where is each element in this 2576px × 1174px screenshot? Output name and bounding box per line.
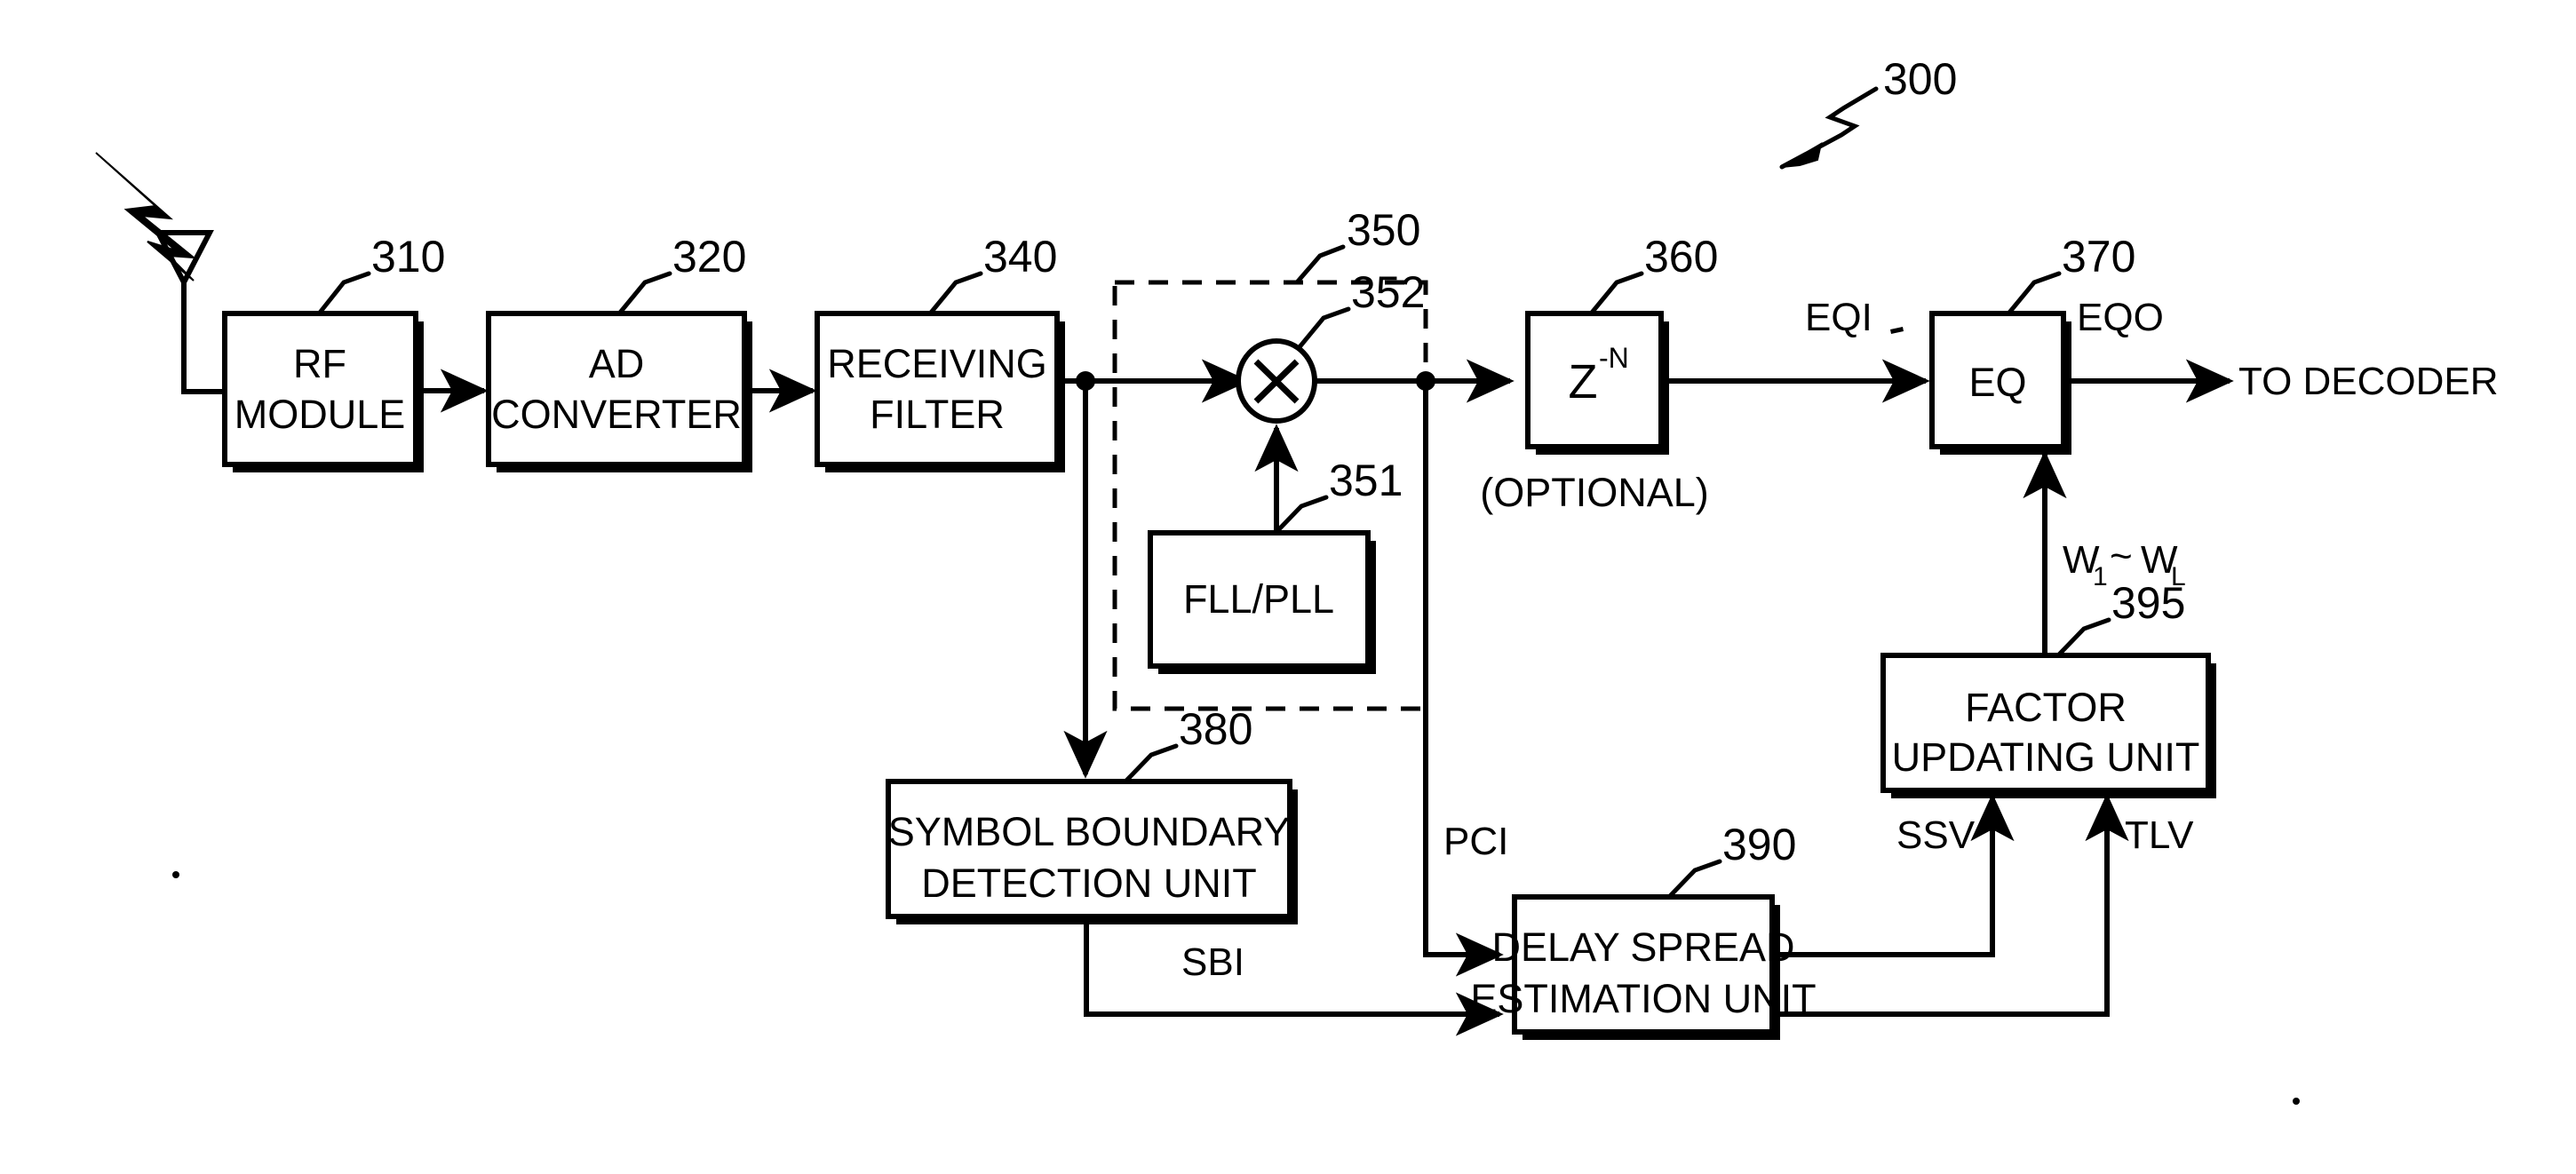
ad-converter-box[interactable] [486,311,747,467]
scan-speck-right [2293,1098,2300,1105]
delay-z-optional-note: (OPTIONAL) [1480,470,1709,515]
weights-label-sub1: 1 [2093,562,2108,591]
ref-351-leader [1274,495,1329,535]
ref-380-text: 380 [1179,704,1252,754]
ref-320-text: 320 [672,232,746,282]
symbol-boundary-label-line2: DETECTION UNIT [921,861,1257,906]
ref-310-text: 310 [371,232,445,282]
tlv-label: TLV [2125,813,2194,857]
pci-label: PCI [1443,820,1508,863]
block-rf-module[interactable]: RF MODULE 310 [222,232,445,472]
block-ad-converter[interactable]: AD CONVERTER 320 [486,232,752,472]
block-factor-updating-unit[interactable]: FACTOR UPDATING UNIT 395 [1880,578,2216,798]
antenna-group [95,152,225,394]
symbol-boundary-label-line1: SYMBOL BOUNDARY [888,809,1291,854]
factor-updating-label-line1: FACTOR [1965,685,2127,730]
ref-300-leader [1779,86,1879,170]
ref-352-text: 352 [1351,267,1425,317]
delay-spread-label-line1: DELAY SPREAD [1492,924,1795,970]
block-equalizer[interactable]: EQ 370 [1929,232,2135,455]
ref-395-text: 395 [2111,578,2185,628]
sbi-label: SBI [1181,940,1244,984]
ad-converter-label-line1: AD [589,341,645,386]
ad-converter-label-line2: CONVERTER [491,392,742,437]
rf-module-label-line1: RF [293,341,346,386]
fll-pll-label: FLL/PLL [1183,576,1334,622]
ref-340-leader [928,271,983,315]
ref-370-leader [2007,271,2062,315]
block-delay-z[interactable]: Z -N 360 (OPTIONAL) [1480,232,1718,515]
ref-310-leader [317,271,371,315]
rf-module-label-line2: MODULE [235,392,406,437]
weights-label-tilde: ~ [2110,535,2133,578]
ref-351-text: 351 [1329,456,1403,505]
factor-updating-label-line2: UPDATING UNIT [1892,734,2200,780]
ref-340-text: 340 [983,232,1057,282]
rf-module-box[interactable] [222,311,418,467]
block-mixer[interactable]: 352 [1236,267,1425,424]
ref-360-leader [1589,271,1644,315]
eqi-tick-mark [1890,327,1904,334]
patent-figure-canvas: 300 RF MODULE 310 AD CONVERTER 320 RECEI… [0,0,2576,1174]
ref-380-leader [1124,743,1179,783]
wire-tlv-group: TLV [1772,793,2194,1017]
ref-370-text: 370 [2062,232,2135,282]
receiving-filter-box[interactable] [815,311,1060,467]
ref-300-text: 300 [1883,54,1957,104]
to-decoder-label: TO DECODER [2238,360,2499,403]
wire-eq-output-group: EQO TO DECODER [2063,296,2499,403]
ref-352-leader [1296,306,1351,351]
equalizer-label: EQ [1968,360,2026,405]
wire-antenna-to-rf [181,389,225,394]
ref-320-leader [617,271,672,315]
receiving-filter-label-line1: RECEIVING [827,341,1047,386]
ssv-label: SSV [1896,813,1976,857]
ref-350-leader [1294,244,1346,285]
block-delay-spread-estimation[interactable]: DELAY SPREAD ESTIMATION UNIT 390 [1470,820,1817,1040]
eqo-label: EQO [2077,296,2164,339]
wire-sbi-group: SBI [1084,916,1504,1036]
scan-speck-left [172,871,179,878]
wire-ssv-group: SSV [1772,793,2015,957]
ref-395-leader [2056,617,2111,657]
incoming-signal-bolt-icon [95,152,197,282]
ref-390-leader [1667,859,1722,899]
ref-300-arrowhead [1781,141,1823,168]
delay-z-superscript: -N [1599,342,1629,374]
block-receiving-filter[interactable]: RECEIVING FILTER 340 [815,232,1065,472]
ref-360-text: 360 [1644,232,1718,282]
ref-350-text: 350 [1347,205,1420,255]
block-symbol-boundary-detection[interactable]: SYMBOL BOUNDARY DETECTION UNIT 380 [886,704,1298,924]
block-diagram-svg: 300 RF MODULE 310 AD CONVERTER 320 RECEI… [95,54,2499,1105]
receiving-filter-label-line2: FILTER [870,392,1005,437]
wire-pci-branch [1423,381,1504,977]
wire-sbi [1084,916,1504,1036]
wire-delay-to-eq-group: EQI [1661,296,1930,403]
ref-390-text: 390 [1722,820,1796,869]
delay-z-label: Z [1569,355,1598,409]
block-fll-pll[interactable]: FLL/PLL 351 [1148,424,1403,674]
eqi-label: EQI [1805,296,1872,339]
delay-spread-label-line2: ESTIMATION UNIT [1470,976,1816,1021]
ref-300-callout: 300 [1779,54,1957,170]
